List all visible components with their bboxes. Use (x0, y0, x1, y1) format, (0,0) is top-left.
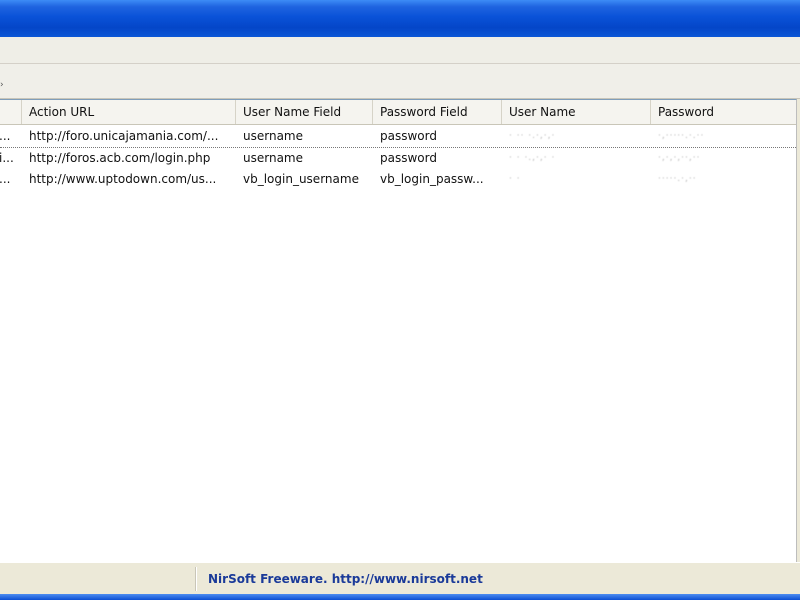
row-user-name-field: vb_login_username (243, 172, 359, 186)
row-user-name-field: username (243, 129, 303, 143)
row-password-field: password (380, 129, 437, 143)
row-user-name-field: username (243, 151, 303, 165)
row-password: ·,·,·,··,·· (658, 153, 701, 163)
row-first-cell: ... (0, 172, 11, 186)
toolbar-overflow-icon[interactable]: › (0, 81, 4, 90)
row-user-name: · · (509, 174, 521, 184)
column-header-password-field[interactable]: Password Field (373, 100, 502, 124)
row-action-url: http://foro.unicajamania.com/... (29, 129, 219, 143)
title-bar[interactable] (0, 0, 800, 37)
table-row[interactable]: ... http://www.uptodown.com/us... vb_log… (0, 169, 796, 190)
passwords-list[interactable]: Action URL User Name Field Password Fiel… (0, 99, 797, 563)
column-header-action-url[interactable]: Action URL (22, 100, 236, 124)
status-nirsoft-link[interactable]: NirSoft Freeware. http://www.nirsoft.net (208, 570, 483, 588)
status-bar: NirSoft Freeware. http://www.nirsoft.net (0, 562, 800, 595)
column-header-first[interactable] (0, 100, 22, 124)
row-action-url: http://foros.acb.com/login.php (29, 151, 211, 165)
list-header: Action URL User Name Field Password Fiel… (0, 100, 796, 125)
row-password: ·····.·,·· (658, 174, 697, 184)
row-user-name: · · ·.,·,· · (509, 153, 556, 163)
window-bottom-border (0, 594, 800, 600)
row-password: ·,·····.·.·· (658, 131, 705, 141)
status-panel-count (0, 567, 196, 591)
row-password-field: vb_login_passw... (380, 172, 484, 186)
row-password-field: password (380, 151, 437, 165)
row-user-name: · ·· ·.·,·,· (509, 131, 556, 141)
row-first-cell: i... (0, 151, 14, 165)
row-action-url: http://www.uptodown.com/us... (29, 172, 217, 186)
column-header-user-name-field[interactable]: User Name Field (236, 100, 373, 124)
column-header-user-name[interactable]: User Name (502, 100, 651, 124)
table-row[interactable]: i... http://foros.acb.com/login.php user… (0, 148, 796, 169)
table-row[interactable]: ... http://foro.unicajamania.com/... use… (0, 126, 796, 148)
toolbar (0, 64, 800, 99)
menu-bar (0, 37, 800, 64)
row-first-cell: ... (0, 129, 11, 143)
column-header-password[interactable]: Password (651, 100, 796, 124)
